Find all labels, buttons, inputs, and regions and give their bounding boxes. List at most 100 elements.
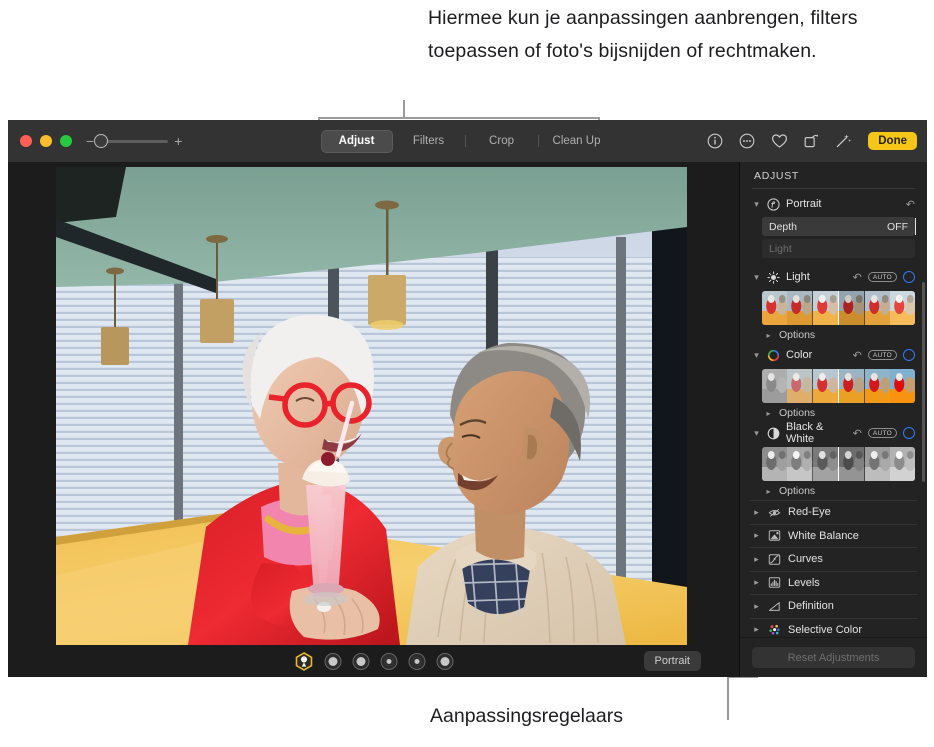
- reset-portrait-icon[interactable]: ↶: [906, 198, 915, 211]
- chevron-right-icon[interactable]: ▸: [752, 601, 761, 612]
- magic-wand-icon[interactable]: [834, 132, 852, 150]
- sidebar-scrollbar[interactable]: [922, 282, 925, 482]
- light-toggle-icon[interactable]: [903, 271, 915, 283]
- window-body: Portrait ADJUST ▾ Portrait ↶ Depth: [8, 162, 927, 677]
- sidebar-item-curves[interactable]: ▸ Curves: [750, 547, 917, 571]
- effect-studio-light[interactable]: [324, 653, 341, 670]
- chevron-right-icon[interactable]: ▸: [764, 487, 773, 496]
- chevron-down-icon[interactable]: ▾: [752, 350, 761, 361]
- color-thumb[interactable]: [762, 369, 787, 403]
- light-thumb[interactable]: [787, 291, 812, 325]
- light-thumb[interactable]: [890, 291, 915, 325]
- zoom-slider-knob[interactable]: [94, 134, 108, 148]
- heart-icon[interactable]: [770, 132, 788, 150]
- color-auto-badge[interactable]: AUTO: [868, 350, 897, 360]
- bw-thumb[interactable]: [762, 447, 787, 481]
- color-thumb[interactable]: [813, 369, 838, 403]
- sidebar-item-selective-color[interactable]: ▸ Selective Color: [750, 618, 917, 638]
- callout-top-text: Hiermee kun je aanpassingen aanbrengen, …: [428, 2, 898, 68]
- effect-contour-light[interactable]: [352, 653, 369, 670]
- bw-thumb[interactable]: [813, 447, 838, 481]
- light-options-row[interactable]: ▸ Options: [750, 327, 917, 344]
- sidebar-item-levels[interactable]: ▸ Levels: [750, 571, 917, 595]
- close-window-button[interactable]: [20, 135, 32, 147]
- zoom-slider[interactable]: − +: [86, 134, 182, 148]
- light-thumb[interactable]: [813, 291, 838, 325]
- reset-adjustments-button[interactable]: Reset Adjustments: [752, 647, 915, 668]
- portrait-light-row[interactable]: Light: [762, 239, 915, 258]
- traffic-lights: [8, 135, 72, 147]
- color-thumb[interactable]: [890, 369, 915, 403]
- effect-natural-light[interactable]: [294, 652, 313, 671]
- chevron-down-icon[interactable]: ▾: [752, 272, 761, 283]
- effect-stage-light[interactable]: [380, 653, 397, 670]
- sidebar-item-red-eye[interactable]: ▸ Red-Eye: [750, 500, 917, 524]
- sidebar-item-selective-color-label: Selective Color: [788, 624, 862, 636]
- chevron-right-icon[interactable]: ▸: [752, 507, 761, 518]
- color-options-row[interactable]: ▸ Options: [750, 405, 917, 422]
- photo-viewer[interactable]: [56, 167, 687, 645]
- chevron-right-icon[interactable]: ▸: [752, 554, 761, 565]
- zoom-window-button[interactable]: [60, 135, 72, 147]
- chevron-right-icon[interactable]: ▸: [752, 577, 761, 588]
- bw-auto-badge[interactable]: AUTO: [868, 428, 897, 438]
- portrait-depth-value: OFF: [887, 221, 908, 233]
- sidebar-footer: Reset Adjustments: [740, 637, 927, 677]
- minimize-window-button[interactable]: [40, 135, 52, 147]
- reset-color-icon[interactable]: ↶: [853, 349, 862, 362]
- color-toggle-icon[interactable]: [903, 349, 915, 361]
- light-thumb[interactable]: [865, 291, 890, 325]
- zoom-in-icon[interactable]: +: [174, 134, 182, 148]
- light-thumb[interactable]: [762, 291, 787, 325]
- tab-filters[interactable]: Filters: [393, 130, 465, 153]
- levels-icon: [768, 576, 781, 589]
- bw-thumb[interactable]: [787, 447, 812, 481]
- done-button[interactable]: Done: [868, 132, 917, 150]
- info-icon[interactable]: [706, 132, 724, 150]
- bw-filmstrip[interactable]: [762, 447, 915, 481]
- reset-bw-icon[interactable]: ↶: [853, 427, 862, 440]
- chevron-down-icon[interactable]: ▾: [752, 199, 761, 210]
- tab-clean-up[interactable]: Clean Up: [539, 130, 615, 153]
- rotate-icon[interactable]: [802, 132, 820, 150]
- bw-thumb[interactable]: [865, 447, 890, 481]
- section-light[interactable]: ▾ Light ↶ AUTO: [750, 266, 917, 288]
- section-color-label: Color: [786, 349, 847, 361]
- effect-high-key-light-mono[interactable]: [436, 653, 453, 670]
- color-filmstrip[interactable]: [762, 369, 915, 403]
- depth-slider-handle[interactable]: [915, 218, 917, 235]
- sidebar-item-definition-label: Definition: [788, 600, 834, 612]
- light-thumb[interactable]: [839, 291, 864, 325]
- sidebar-item-definition[interactable]: ▸ Definition: [750, 594, 917, 618]
- section-portrait[interactable]: ▾ Portrait ↶: [750, 193, 917, 215]
- light-filmstrip[interactable]: [762, 291, 915, 325]
- color-thumb[interactable]: [865, 369, 890, 403]
- light-auto-badge[interactable]: AUTO: [868, 272, 897, 282]
- bw-options-row[interactable]: ▸ Options: [750, 483, 917, 500]
- chevron-right-icon[interactable]: ▸: [764, 409, 773, 418]
- chevron-right-icon[interactable]: ▸: [764, 331, 773, 340]
- color-thumb[interactable]: [787, 369, 812, 403]
- chevron-down-icon[interactable]: ▾: [752, 428, 761, 439]
- section-color[interactable]: ▾ Color ↶ AUTO: [750, 344, 917, 366]
- effect-dot: [412, 657, 421, 666]
- more-ellipsis-icon[interactable]: [738, 132, 756, 150]
- adjust-sidebar-scroll[interactable]: ADJUST ▾ Portrait ↶ Depth OFF: [740, 162, 927, 637]
- reset-light-icon[interactable]: ↶: [853, 271, 862, 284]
- effect-stage-light-mono[interactable]: [408, 653, 425, 670]
- section-light-label: Light: [786, 271, 847, 283]
- tab-crop[interactable]: Crop: [466, 130, 538, 153]
- bw-thumb[interactable]: [839, 447, 864, 481]
- section-black-and-white[interactable]: ▾ Black & White ↶ AUTO: [750, 422, 917, 444]
- chevron-right-icon[interactable]: ▸: [752, 624, 761, 635]
- portrait-depth-row[interactable]: Depth OFF: [762, 217, 915, 236]
- bw-toggle-icon[interactable]: [903, 427, 915, 439]
- color-thumb[interactable]: [839, 369, 864, 403]
- zoom-slider-track[interactable]: [100, 140, 168, 143]
- chevron-right-icon[interactable]: ▸: [752, 530, 761, 541]
- sidebar-item-white-balance[interactable]: ▸ White Balance: [750, 524, 917, 548]
- bw-thumb[interactable]: [890, 447, 915, 481]
- zoom-out-icon[interactable]: −: [86, 134, 94, 148]
- tab-adjust[interactable]: Adjust: [321, 130, 393, 153]
- portrait-mode-badge[interactable]: Portrait: [644, 651, 701, 671]
